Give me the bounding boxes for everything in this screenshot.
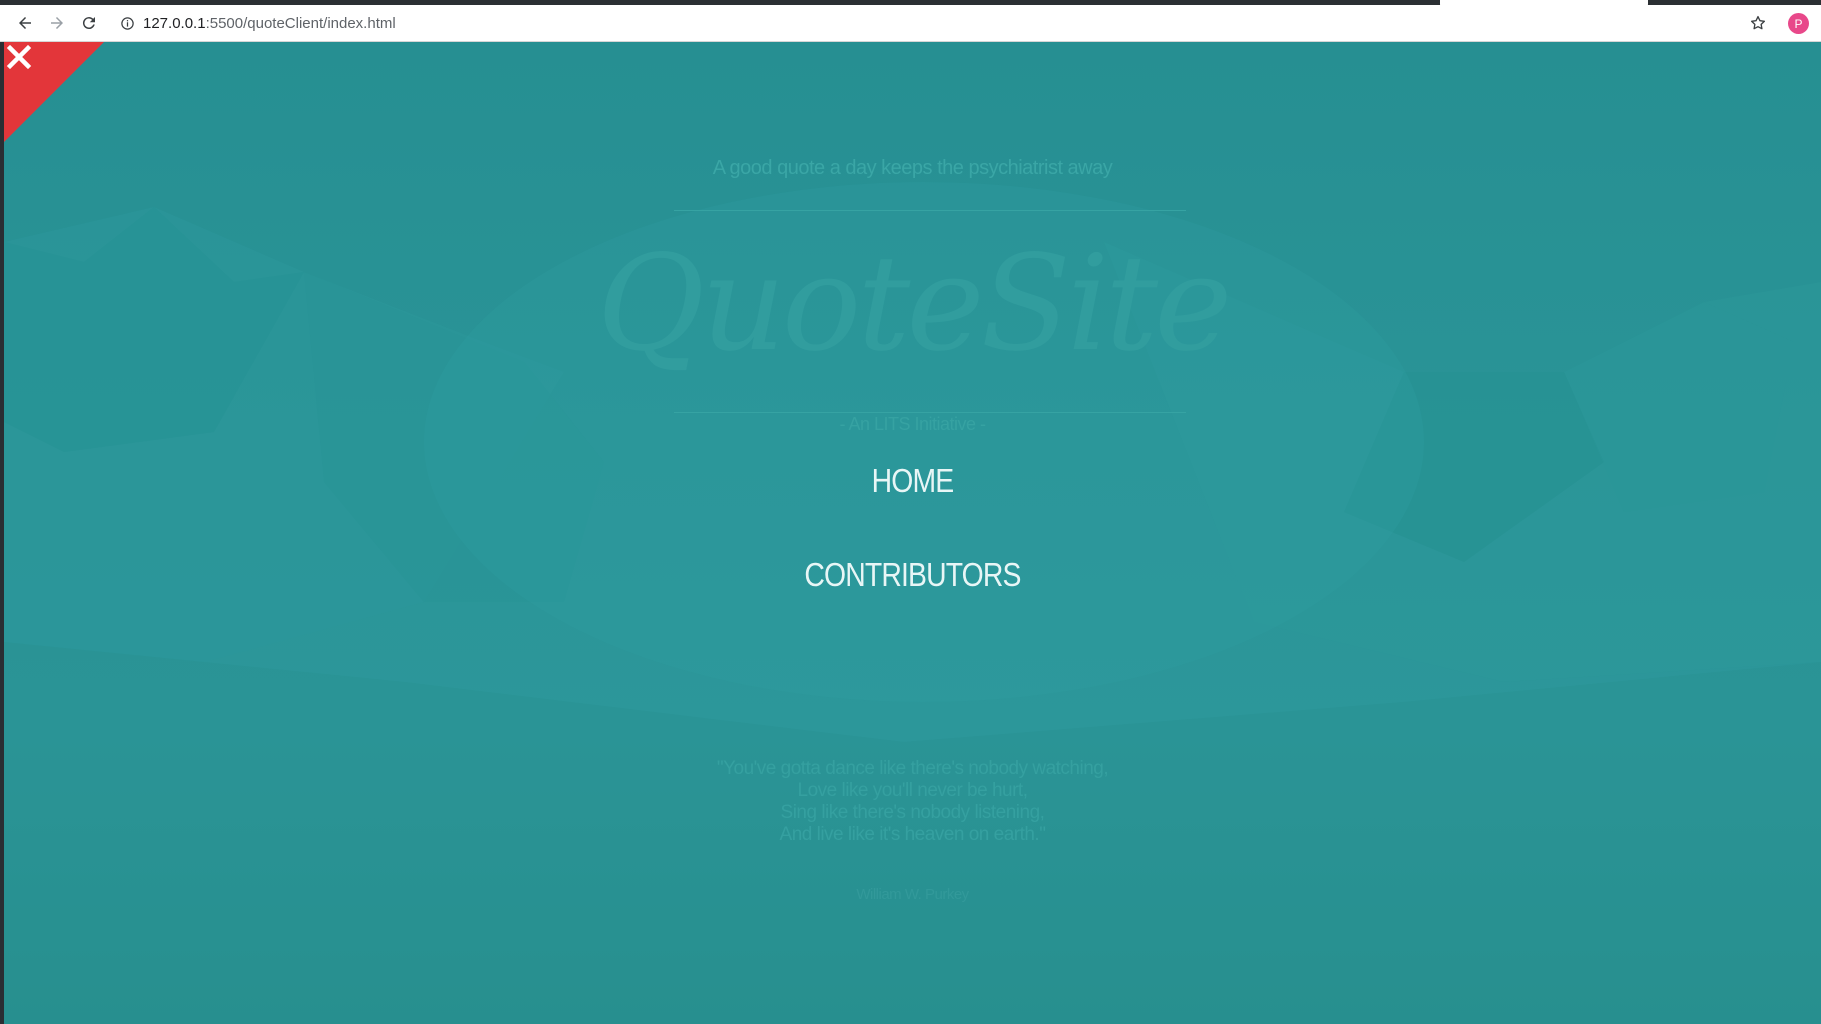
site-tagline: A good quote a day keeps the psychiatris…	[712, 157, 1113, 179]
bookmark-button[interactable]	[1746, 11, 1770, 35]
quote-line: Sing like there's nobody listening,	[780, 802, 1045, 823]
url-path: :5500/quoteClient/index.html	[205, 14, 396, 32]
back-button[interactable]	[13, 11, 37, 35]
profile-avatar[interactable]: P	[1788, 13, 1809, 34]
reload-button[interactable]	[77, 11, 101, 35]
forward-button[interactable]	[45, 11, 69, 35]
background-mountains	[4, 182, 1821, 1024]
divider-bottom	[674, 412, 1186, 413]
page-viewport: A good quote a day keeps the psychiatris…	[4, 42, 1821, 1024]
initiative-caption: - An LITS Initiative -	[839, 414, 986, 434]
star-icon	[1750, 15, 1766, 30]
info-icon[interactable]	[120, 16, 135, 31]
close-icon	[6, 44, 32, 70]
quote-line: Love like you'll never be hurt,	[797, 780, 1029, 801]
back-icon	[19, 17, 31, 29]
close-menu-button[interactable]	[4, 42, 104, 142]
reload-icon	[82, 17, 95, 30]
forward-icon	[51, 17, 63, 29]
site-logo: QuoteSite	[596, 227, 1233, 381]
quote-text: "You've gotta dance like there's nobody …	[4, 758, 1821, 846]
nav-link-contributors[interactable]: CONTRIBUTORS	[131, 556, 1694, 594]
quote-line: And live like it's heaven on earth."	[779, 824, 1046, 845]
quote-author: William W. Purkey	[856, 886, 969, 903]
url-host: 127.0.0.1	[143, 14, 206, 32]
browser-toolbar: 127.0.0.1:5500/quoteClient/index.html P	[0, 5, 1821, 42]
address-bar[interactable]: 127.0.0.1:5500/quoteClient/index.html	[120, 13, 396, 33]
nav-link-home[interactable]: HOME	[131, 462, 1694, 500]
quote-line: "You've gotta dance like there's nobody …	[716, 758, 1109, 779]
divider-top	[674, 210, 1186, 211]
